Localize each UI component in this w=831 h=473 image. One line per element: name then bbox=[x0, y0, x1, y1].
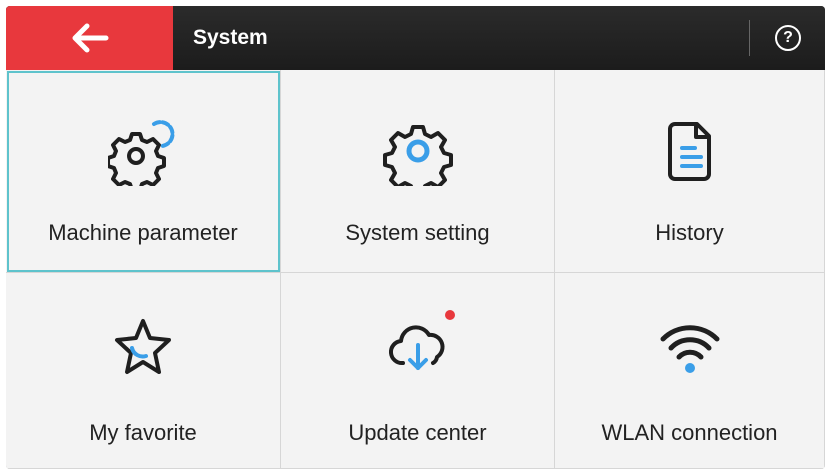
tile-wlan-connection[interactable]: WLAN connection bbox=[555, 273, 825, 469]
tile-label: My favorite bbox=[89, 420, 197, 445]
help-button[interactable]: ? bbox=[751, 6, 825, 70]
star-icon bbox=[108, 313, 178, 383]
tile-label: WLAN connection bbox=[601, 420, 778, 445]
tile-label: History bbox=[655, 220, 724, 245]
tile-label: System setting bbox=[345, 220, 490, 245]
help-icon: ? bbox=[775, 25, 801, 51]
wifi-icon bbox=[655, 313, 725, 383]
arrow-left-icon bbox=[72, 23, 108, 53]
page-title: System bbox=[193, 26, 268, 49]
notification-badge bbox=[445, 310, 455, 320]
document-icon bbox=[655, 116, 725, 186]
tile-label: Update center bbox=[348, 420, 487, 445]
gear-icon bbox=[382, 116, 453, 186]
tile-label: Machine parameter bbox=[48, 220, 238, 245]
cloud-download-icon bbox=[383, 313, 453, 383]
header-divider bbox=[749, 20, 750, 56]
tile-system-setting[interactable]: System setting bbox=[281, 70, 555, 273]
gears-icon bbox=[108, 116, 178, 186]
system-screen: System ? Machine parameter System settin… bbox=[6, 6, 825, 469]
top-bar: System ? bbox=[6, 6, 825, 70]
tile-my-favorite[interactable]: My favorite bbox=[6, 273, 281, 469]
menu-grid: Machine parameter System setting History… bbox=[6, 70, 825, 469]
back-button[interactable] bbox=[6, 6, 173, 70]
tile-update-center[interactable]: Update center bbox=[281, 273, 555, 469]
tile-history[interactable]: History bbox=[555, 70, 825, 273]
tile-machine-parameter[interactable]: Machine parameter bbox=[6, 70, 281, 273]
